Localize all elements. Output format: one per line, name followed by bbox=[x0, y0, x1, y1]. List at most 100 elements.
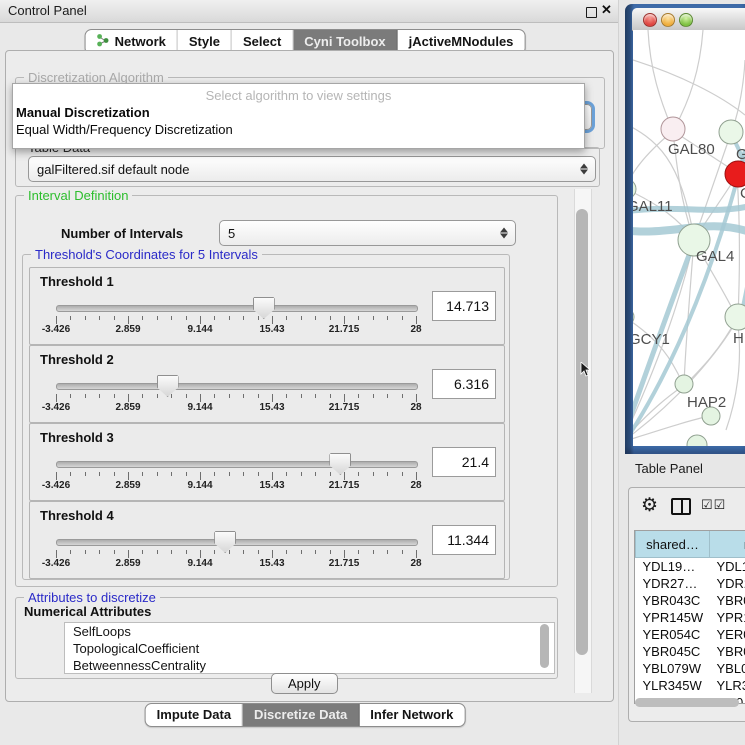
svg-text:GAL4: GAL4 bbox=[696, 248, 734, 265]
tab-label: Cyni Toolbox bbox=[304, 34, 385, 49]
close-traffic-light[interactable] bbox=[643, 13, 657, 27]
table-row[interactable]: YBR045CYBR0 bbox=[636, 643, 745, 660]
columns-icon[interactable] bbox=[671, 498, 691, 515]
threshold-panel: Threshold 3-3.4262.8599.14415.4321.71528 bbox=[29, 423, 505, 501]
threshold-label: Threshold 2 bbox=[40, 352, 114, 367]
algorithm-dropdown-popup: Select algorithm to view settings Manual… bbox=[12, 83, 585, 149]
table-cell[interactable]: YPR1 bbox=[710, 609, 745, 626]
slider-ticks bbox=[56, 316, 416, 324]
tab-label: jActiveMNodules bbox=[409, 34, 514, 49]
threshold-value-field[interactable] bbox=[432, 525, 496, 555]
slider-tick-labels: -3.4262.8599.14415.4321.71528 bbox=[56, 480, 416, 494]
network-graph: GAL80 GA C GAL11 GAL4 GCY1 H HAP2 bbox=[633, 30, 745, 446]
table-cell[interactable]: YBR0 bbox=[710, 643, 745, 660]
gear-icon[interactable]: ⚙ bbox=[641, 494, 658, 517]
tab-label: Select bbox=[243, 34, 281, 49]
slider-tick-labels: -3.4262.8599.14415.4321.71528 bbox=[56, 558, 416, 572]
group-title: Interval Definition bbox=[24, 188, 132, 203]
threshold-label: Threshold 4 bbox=[40, 508, 114, 523]
num-intervals-combobox[interactable]: 5 bbox=[219, 220, 516, 246]
threshold-value-field[interactable] bbox=[432, 447, 496, 477]
table-cell[interactable]: YER054C bbox=[636, 626, 710, 643]
attributes-group: Attributes to discretize Numerical Attri… bbox=[15, 597, 558, 679]
slider-ticks bbox=[56, 472, 416, 480]
slider-track[interactable] bbox=[56, 539, 418, 546]
table-hscrollbar-thumb[interactable] bbox=[635, 698, 739, 707]
svg-text:GAL80: GAL80 bbox=[668, 141, 715, 158]
dropdown-option[interactable]: Manual Discretization bbox=[16, 105, 581, 120]
table-row[interactable]: YER054CYER0 bbox=[636, 626, 745, 643]
threshold-value-field[interactable] bbox=[432, 291, 496, 321]
list-item[interactable]: BetweennessCentrality bbox=[65, 657, 554, 674]
table-cell[interactable]: YDL19… bbox=[636, 558, 710, 576]
combo-arrows-icon bbox=[500, 228, 508, 239]
slider-track[interactable] bbox=[56, 305, 418, 312]
table-header-row[interactable]: shared… n bbox=[636, 531, 745, 558]
node bbox=[725, 304, 745, 330]
combo-arrows-icon bbox=[580, 164, 588, 175]
svg-text:GAL11: GAL11 bbox=[633, 198, 673, 215]
tab-infer-network[interactable]: Infer Network bbox=[359, 704, 464, 726]
threshold-label: Threshold 1 bbox=[40, 274, 114, 289]
table-data-combobox[interactable]: galFiltered.sif default node bbox=[28, 156, 596, 182]
mouse-cursor bbox=[580, 362, 592, 378]
table-cell[interactable]: YDL1 bbox=[710, 558, 745, 576]
table-cell[interactable]: YBL079W bbox=[636, 660, 710, 677]
slider-track[interactable] bbox=[56, 383, 418, 390]
panel-title: Control Panel bbox=[8, 3, 87, 18]
tab-impute-data[interactable]: Impute Data bbox=[146, 704, 243, 726]
control-panel-titlebar: Control Panel ✕ bbox=[0, 0, 618, 23]
zoom-traffic-light[interactable] bbox=[679, 13, 693, 27]
num-intervals-label: Number of Intervals bbox=[61, 226, 183, 241]
table-row[interactable]: YBR043CYBR0 bbox=[636, 592, 745, 609]
table-cell[interactable]: YBR0 bbox=[710, 592, 745, 609]
table-cell[interactable]: YDR2 bbox=[710, 575, 745, 592]
checkbox-icons[interactable]: ☑☑ bbox=[701, 497, 726, 513]
table-row[interactable]: YDL19…YDL1 bbox=[636, 558, 745, 576]
table-cell[interactable]: YER0 bbox=[710, 626, 745, 643]
scrollbar-thumb[interactable] bbox=[576, 209, 588, 655]
tab-label: Impute Data bbox=[157, 707, 231, 722]
apply-button[interactable]: Apply bbox=[271, 673, 338, 694]
svg-text:HAP2: HAP2 bbox=[687, 394, 726, 411]
table-row[interactable]: YBL079WYBL0 bbox=[636, 660, 745, 677]
numerical-attributes-label: Numerical Attributes bbox=[24, 604, 151, 619]
list-item[interactable]: SelfLoops bbox=[65, 623, 554, 640]
table-cell[interactable]: YDR27… bbox=[636, 575, 710, 592]
node-table[interactable]: shared… n YDL19…YDL1YDR27…YDR2YBR043CYBR… bbox=[634, 530, 745, 704]
close-icon[interactable]: ✕ bbox=[601, 2, 612, 18]
interval-definition-group: Interval Definition Number of Intervals … bbox=[15, 195, 558, 587]
network-window-titlebar[interactable] bbox=[632, 8, 745, 31]
network-view[interactable]: GAL80 GA C GAL11 GAL4 GCY1 H HAP2 bbox=[633, 30, 745, 446]
list-item[interactable]: TopologicalCoefficient bbox=[65, 640, 554, 657]
threshold-panel: Threshold 1-3.4262.8599.14415.4321.71528 bbox=[29, 267, 505, 345]
column-header: shared… bbox=[636, 531, 710, 558]
table-cell[interactable]: YLR3 bbox=[710, 677, 745, 694]
table-cell[interactable]: YBL0 bbox=[710, 660, 745, 677]
screen: Control Panel ✕ NetworkStyleSelectCyni T… bbox=[0, 0, 745, 745]
table-cell[interactable]: YBR043C bbox=[636, 592, 710, 609]
table-cell[interactable]: YBR045C bbox=[636, 643, 710, 660]
slider-ticks bbox=[56, 550, 416, 558]
thresholds-group: Threshold's Coordinates for 5 Intervals … bbox=[22, 254, 510, 580]
threshold-value-field[interactable] bbox=[432, 369, 496, 399]
float-window-icon[interactable] bbox=[586, 7, 597, 18]
table-cell[interactable]: YLR345W bbox=[636, 677, 710, 694]
table-row[interactable]: YLR345WYLR3 bbox=[636, 677, 745, 694]
svg-text:C: C bbox=[740, 185, 745, 202]
column-header: n bbox=[710, 531, 745, 558]
table-cell[interactable]: YPR145W bbox=[636, 609, 710, 626]
table-row[interactable]: YPR145WYPR1 bbox=[636, 609, 745, 626]
tab-discretize-data[interactable]: Discretize Data bbox=[243, 704, 359, 726]
slider-track[interactable] bbox=[56, 461, 418, 468]
node bbox=[687, 435, 707, 446]
tab-label: Style bbox=[189, 34, 220, 49]
table-panel: ⚙ ☑☑ shared… n YDL19…YDL1YDR27…YDR2YBR04… bbox=[628, 487, 745, 722]
table-row[interactable]: YDR27…YDR2 bbox=[636, 575, 745, 592]
minimize-traffic-light[interactable] bbox=[661, 13, 675, 27]
list-scrollbar-thumb[interactable] bbox=[540, 624, 549, 668]
dropdown-option[interactable]: Equal Width/Frequency Discretization bbox=[16, 122, 581, 137]
num-intervals-value: 5 bbox=[228, 226, 235, 241]
node-red bbox=[725, 161, 745, 187]
numerical-attributes-list[interactable]: SelfLoopsTopologicalCoefficientBetweenne… bbox=[64, 622, 555, 674]
